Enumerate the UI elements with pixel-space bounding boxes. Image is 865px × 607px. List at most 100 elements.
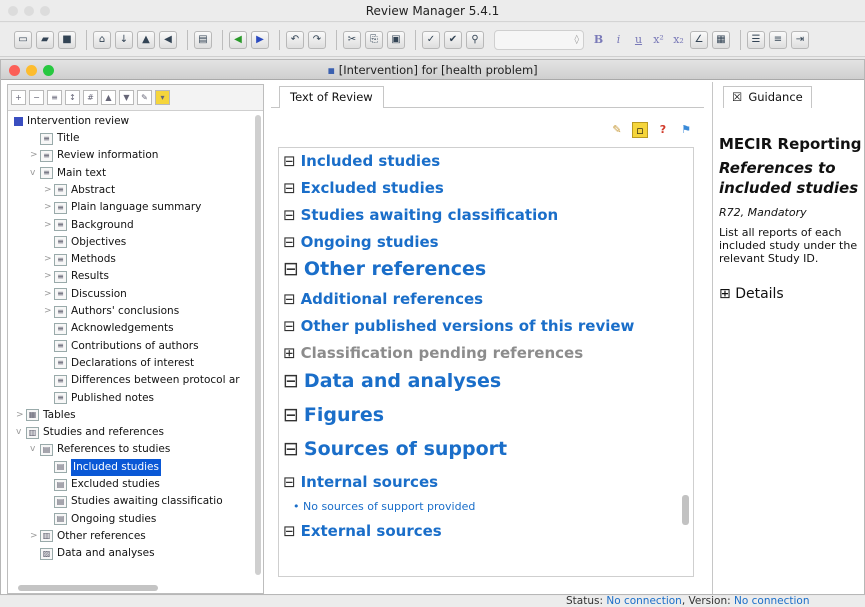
- spellcheck-auto-icon[interactable]: ✔: [444, 30, 462, 49]
- tree-item[interactable]: > ≡ Plain language summary: [44, 199, 201, 216]
- copy-icon[interactable]: ⎘: [365, 30, 383, 49]
- cut-icon[interactable]: ✂: [343, 30, 361, 49]
- chevron-right-icon[interactable]: >: [16, 407, 26, 424]
- forward-arrow-icon[interactable]: ▶: [251, 30, 269, 49]
- section-heading[interactable]: ⊟ Internal sources: [283, 473, 438, 491]
- tree-item[interactable]: > ▦ Tables: [16, 407, 76, 424]
- tree-item[interactable]: ≡ Contributions of authors: [44, 338, 199, 355]
- add-section-icon[interactable]: +: [11, 90, 26, 105]
- italic-button[interactable]: i: [610, 31, 627, 49]
- tree-item[interactable]: > ≡ Methods: [44, 251, 116, 268]
- doc-minimize-button[interactable]: [26, 65, 37, 76]
- paste-icon[interactable]: ▣: [387, 30, 405, 49]
- chevron-right-icon[interactable]: >: [30, 147, 40, 164]
- collapse-icon[interactable]: ⊟: [283, 522, 296, 540]
- open-folder-icon[interactable]: ▰: [36, 30, 54, 49]
- tree-item[interactable]: ≡ Title: [30, 130, 80, 147]
- superscript-button[interactable]: x²: [650, 31, 667, 49]
- tab-guidance[interactable]: ☒ Guidance: [723, 86, 812, 108]
- print-icon[interactable]: ▤: [194, 30, 212, 49]
- chevron-right-icon[interactable]: >: [44, 199, 54, 216]
- collapse-icon[interactable]: ⊟: [283, 258, 299, 280]
- collapse-icon[interactable]: ⊟: [283, 438, 299, 460]
- section-heading[interactable]: ⊟ Included studies: [283, 152, 440, 170]
- tree-item[interactable]: ▤ Studies awaiting classificatio: [44, 493, 223, 510]
- collapse-icon[interactable]: ⊟: [283, 317, 296, 335]
- review-text[interactable]: ⊟ Included studies ⊟ Excluded studies ⊟ Stu…: [278, 147, 694, 577]
- chevron-down-icon[interactable]: v: [30, 165, 40, 182]
- tree-item[interactable]: ▤ Ongoing studies: [44, 511, 156, 528]
- bullet-list-icon[interactable]: ☰: [747, 30, 765, 49]
- tree-item[interactable]: > ▥ Other references: [30, 528, 146, 545]
- close-icon[interactable]: ☒: [732, 90, 742, 104]
- new-file-icon[interactable]: ▭: [14, 30, 32, 49]
- renumber-icon[interactable]: #: [83, 90, 98, 105]
- doc-close-button[interactable]: [9, 65, 20, 76]
- tree-item[interactable]: ≡ Objectives: [44, 234, 126, 251]
- collapse-icon[interactable]: ⊟: [283, 404, 299, 426]
- tree-item[interactable]: > ≡ Abstract: [44, 182, 115, 199]
- tree-item[interactable]: v ≡ Main text: [30, 165, 106, 182]
- tree-item[interactable]: v ▥ Studies and references: [16, 424, 164, 441]
- chevron-down-icon[interactable]: v: [30, 441, 40, 458]
- insert-table-icon[interactable]: ▦: [712, 30, 730, 49]
- chevron-right-icon[interactable]: >: [44, 182, 54, 199]
- note-icon[interactable]: ▫: [632, 122, 648, 138]
- section-heading[interactable]: ⊟ Ongoing studies: [283, 233, 439, 251]
- tree-item[interactable]: ≡ Declarations of interest: [44, 355, 194, 372]
- window-minimize-button[interactable]: [24, 6, 34, 16]
- edit-pencil-icon[interactable]: ✎: [609, 122, 625, 138]
- section-heading[interactable]: ⊟ Data and analyses: [283, 370, 501, 392]
- chevron-right-icon[interactable]: >: [44, 268, 54, 285]
- section-heading[interactable]: ⊟ External sources: [283, 522, 442, 540]
- underline-button[interactable]: u: [630, 31, 647, 49]
- chevron-right-icon[interactable]: >: [44, 251, 54, 268]
- window-zoom-button[interactable]: [40, 6, 50, 16]
- redo-icon[interactable]: ↷: [308, 30, 326, 49]
- back-arrow-icon[interactable]: ◀: [229, 30, 247, 49]
- numbered-list-icon[interactable]: ≡: [769, 30, 787, 49]
- tree-item[interactable]: > ≡ Authors' conclusions: [44, 303, 179, 320]
- tree-item[interactable]: ≡ Published notes: [44, 390, 154, 407]
- move-down-icon[interactable]: ▼: [119, 90, 134, 105]
- tab-text-of-review[interactable]: Text of Review: [279, 86, 384, 108]
- tree-item[interactable]: ▤ Included studies: [44, 458, 161, 476]
- home-icon[interactable]: ⌂: [93, 30, 111, 49]
- indent-icon[interactable]: ⇥: [791, 30, 809, 49]
- section-heading[interactable]: ⊟ Sources of support: [283, 438, 507, 460]
- tree-vertical-scrollbar[interactable]: [255, 115, 261, 575]
- down-arrow-icon[interactable]: ↓: [115, 30, 133, 49]
- collapse-icon[interactable]: ⊟: [283, 233, 296, 251]
- guidance-details[interactable]: ⊞ Details: [719, 286, 784, 302]
- properties-icon[interactable]: ≡: [47, 90, 62, 105]
- collapse-icon[interactable]: ⊟: [283, 206, 296, 224]
- editor-scrollbar[interactable]: [682, 495, 689, 525]
- chevron-right-icon[interactable]: >: [44, 303, 54, 320]
- tree-item[interactable]: ≡ Acknowledgements: [44, 320, 174, 337]
- tree-item[interactable]: > ≡ Background: [44, 217, 134, 234]
- window-close-button[interactable]: [8, 6, 18, 16]
- tree-root[interactable]: Intervention review: [14, 113, 129, 130]
- remove-section-icon[interactable]: −: [29, 90, 44, 105]
- tree-item[interactable]: ≡ Differences between protocol ar: [44, 372, 240, 389]
- collapse-icon[interactable]: ⊟: [283, 473, 296, 491]
- expand-icon[interactable]: ⊞: [719, 286, 731, 302]
- bullet-item[interactable]: • No sources of support provided: [293, 500, 475, 513]
- insert-symbol-icon[interactable]: ∠: [690, 30, 708, 49]
- section-heading[interactable]: ⊞ Classification pending references: [283, 344, 583, 362]
- tree-item[interactable]: > ≡ Discussion: [44, 286, 127, 303]
- section-heading[interactable]: ⊟ Additional references: [283, 290, 483, 308]
- section-heading[interactable]: ⊟ Studies awaiting classification: [283, 206, 558, 224]
- edit-icon[interactable]: ✎: [137, 90, 152, 105]
- tree-item[interactable]: v ▤ References to studies: [30, 441, 170, 458]
- style-combobox[interactable]: ◊: [494, 29, 584, 50]
- tree-item[interactable]: ▨ Data and analyses: [30, 545, 155, 562]
- tree-item[interactable]: > ≡ Results: [44, 268, 109, 285]
- section-heading[interactable]: ⊟ Excluded studies: [283, 179, 444, 197]
- subscript-button[interactable]: x₂: [670, 31, 687, 49]
- tree-item[interactable]: > ≡ Review information: [30, 147, 158, 164]
- collapse-icon[interactable]: ⊟: [283, 179, 296, 197]
- section-heading[interactable]: ⊟ Figures: [283, 404, 384, 426]
- section-heading[interactable]: ⊟ Other published versions of this review: [283, 317, 634, 335]
- help-icon[interactable]: ?: [655, 122, 671, 138]
